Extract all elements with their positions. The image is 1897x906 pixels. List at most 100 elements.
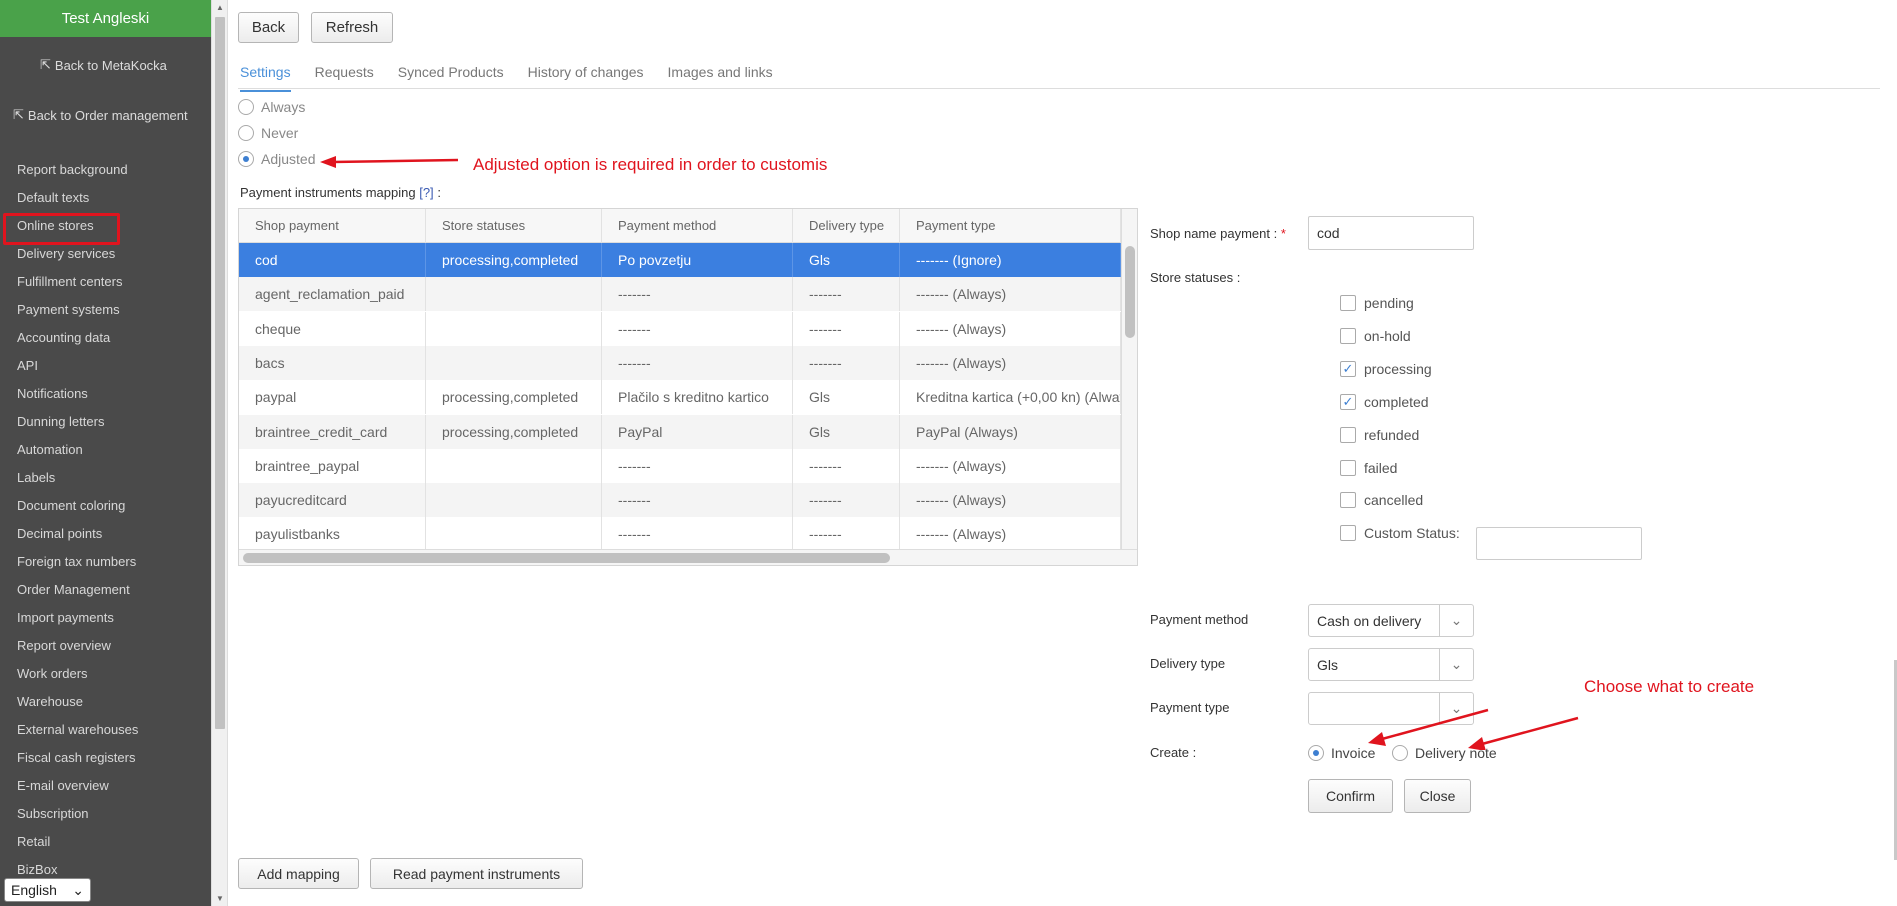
sidebar-scrollbar[interactable]: ▲ ▼ xyxy=(211,0,228,906)
option-adjusted[interactable]: Adjusted xyxy=(238,151,315,167)
table-row[interactable]: cod processing,completed Po povzetju Gls ---… xyxy=(239,243,1121,277)
sidebar-item-work-orders[interactable]: Work orders xyxy=(0,660,211,688)
status-option-completed[interactable]: ✓ completed xyxy=(1340,393,1429,410)
payment-method-label: Payment method xyxy=(1150,612,1249,627)
status-checkbox[interactable] xyxy=(1340,525,1356,542)
status-checkbox[interactable] xyxy=(1340,327,1356,344)
scrollbar-thumb[interactable] xyxy=(1125,246,1135,338)
status-checkbox[interactable] xyxy=(1340,295,1356,311)
table-cell: ------- (Always) xyxy=(900,277,1121,312)
sidebar-item-fiscal-cash-registers[interactable]: Fiscal cash registers xyxy=(0,744,211,772)
table-row[interactable]: paypal processing,completed Plačilo s kred… xyxy=(239,380,1121,415)
custom-status-input[interactable] xyxy=(1476,527,1642,560)
exit-icon: ⇱ xyxy=(13,107,24,122)
close-button[interactable]: Close xyxy=(1404,779,1471,813)
back-to-order-management-link[interactable]: ⇱ Back to Order management xyxy=(13,107,188,123)
grid-horizontal-scrollbar[interactable] xyxy=(239,549,1137,565)
sidebar-item-retail[interactable]: Retail xyxy=(0,828,211,856)
scrollbar-thumb[interactable] xyxy=(243,553,890,563)
language-select[interactable]: English ⌄ xyxy=(4,878,91,902)
sidebar-item-report-overview[interactable]: Report overview xyxy=(0,632,211,660)
column-header[interactable]: Payment type xyxy=(900,209,1121,243)
sidebar-item-warehouse[interactable]: Warehouse xyxy=(0,688,211,716)
sidebar-item-import-payments[interactable]: Import payments xyxy=(0,604,211,632)
column-header[interactable]: Delivery type xyxy=(793,209,900,243)
status-checkbox[interactable]: ✓ xyxy=(1340,360,1356,377)
required-mark: * xyxy=(1280,226,1286,241)
refresh-button[interactable]: Refresh xyxy=(311,12,393,43)
confirm-button[interactable]: Confirm xyxy=(1308,779,1393,813)
option-always[interactable]: Always xyxy=(238,99,305,115)
sidebar-item-payment-systems[interactable]: Payment systems xyxy=(0,296,211,324)
sidebar-item-default-texts[interactable]: Default texts xyxy=(0,184,211,212)
option-never[interactable]: Never xyxy=(238,125,298,141)
table-cell: ------- (Always) xyxy=(900,448,1121,483)
sidebar-item-document-coloring[interactable]: Document coloring xyxy=(0,492,211,520)
scrollbar-thumb[interactable] xyxy=(215,17,225,729)
add-mapping-button[interactable]: Add mapping xyxy=(238,858,359,889)
table-row[interactable]: braintree_credit_card processing,complete… xyxy=(239,414,1121,449)
table-cell: ------- xyxy=(793,517,900,552)
delivery-type-select[interactable]: Gls ⌄ xyxy=(1308,648,1474,681)
sidebar-item-e-mail-overview[interactable]: E-mail overview xyxy=(0,772,211,800)
status-checkbox[interactable] xyxy=(1340,426,1356,443)
sidebar-item-order-management[interactable]: Order Management xyxy=(0,576,211,604)
shop-name-payment-input[interactable]: cod xyxy=(1308,216,1474,250)
table-row[interactable]: cheque ------- ------- ------- (Always) xyxy=(239,311,1121,346)
sidebar-item-api[interactable]: API xyxy=(0,352,211,380)
radio-adjusted[interactable] xyxy=(238,151,254,167)
sidebar-item-decimal-points[interactable]: Decimal points xyxy=(0,520,211,548)
table-row[interactable]: payulistbanks ------- ------- ------- (Alwa… xyxy=(239,517,1121,552)
radio-never[interactable] xyxy=(238,125,254,141)
status-option-pending[interactable]: pending xyxy=(1340,295,1414,311)
back-button[interactable]: Back xyxy=(238,12,299,43)
status-checkbox[interactable] xyxy=(1340,492,1356,509)
status-option-cancelled[interactable]: cancelled xyxy=(1340,492,1423,509)
status-option-on-hold[interactable]: on-hold xyxy=(1340,327,1411,344)
status-option-custom-status[interactable]: Custom Status: xyxy=(1340,525,1460,542)
page-scrollbar[interactable] xyxy=(1880,0,1897,906)
status-option-processing[interactable]: ✓ processing xyxy=(1340,360,1432,377)
payment-method-select[interactable]: Cash on delivery ⌄ xyxy=(1308,604,1474,637)
sidebar-item-notifications[interactable]: Notifications xyxy=(0,380,211,408)
sidebar-item-fulfillment-centers[interactable]: Fulfillment centers xyxy=(0,268,211,296)
help-link[interactable]: [?] xyxy=(419,185,433,200)
column-header[interactable]: Store statuses xyxy=(426,209,602,243)
radio-always[interactable] xyxy=(238,99,254,115)
sidebar-item-dunning-letters[interactable]: Dunning letters xyxy=(0,408,211,436)
status-checkbox[interactable]: ✓ xyxy=(1340,393,1356,410)
table-cell: ------- (Ignore) xyxy=(900,243,1121,277)
sidebar-item-online-stores[interactable]: Online stores xyxy=(0,212,211,245)
radio-invoice[interactable] xyxy=(1308,745,1324,761)
back-to-metakocka-link[interactable]: ⇱ Back to MetaKocka xyxy=(40,57,167,73)
table-row[interactable]: agent_reclamation_paid ------- ------- ----… xyxy=(239,277,1121,312)
exit-icon: ⇱ xyxy=(40,57,51,72)
table-row[interactable]: bacs ------- ------- ------- (Always) xyxy=(239,345,1121,380)
table-cell: ------- xyxy=(793,277,900,312)
column-header[interactable]: Payment method xyxy=(602,209,793,243)
sidebar-item-automation[interactable]: Automation xyxy=(0,436,211,464)
delivery-type-value: Gls xyxy=(1317,656,1338,673)
table-cell: ------- (Always) xyxy=(900,483,1121,518)
sidebar-item-foreign-tax-numbers[interactable]: Foreign tax numbers xyxy=(0,548,211,576)
sidebar-item-report-background[interactable]: Report background xyxy=(0,156,211,184)
status-label: on-hold xyxy=(1364,327,1411,344)
column-header[interactable]: Shop payment xyxy=(239,209,426,243)
sidebar-item-accounting-data[interactable]: Accounting data xyxy=(0,324,211,352)
status-label: failed xyxy=(1364,459,1398,476)
status-label: refunded xyxy=(1364,426,1420,443)
status-option-failed[interactable]: failed xyxy=(1340,459,1398,476)
scroll-up-icon[interactable]: ▲ xyxy=(216,3,224,12)
table-row[interactable]: payucreditcard ------- ------- ------- (Alw… xyxy=(239,483,1121,518)
grid-vertical-scrollbar[interactable] xyxy=(1121,209,1137,549)
option-always-label: Always xyxy=(261,99,306,115)
status-option-refunded[interactable]: refunded xyxy=(1340,426,1420,443)
sidebar-item-subscription[interactable]: Subscription xyxy=(0,800,211,828)
status-checkbox[interactable] xyxy=(1340,459,1356,476)
sidebar-item-external-warehouses[interactable]: External warehouses xyxy=(0,716,211,744)
read-payment-instruments-button[interactable]: Read payment instruments xyxy=(370,858,583,889)
table-cell xyxy=(426,311,602,346)
sidebar-item-labels[interactable]: Labels xyxy=(0,464,211,492)
table-row[interactable]: braintree_paypal ------- ------- ------- (A… xyxy=(239,448,1121,483)
scroll-down-icon[interactable]: ▼ xyxy=(216,894,224,903)
